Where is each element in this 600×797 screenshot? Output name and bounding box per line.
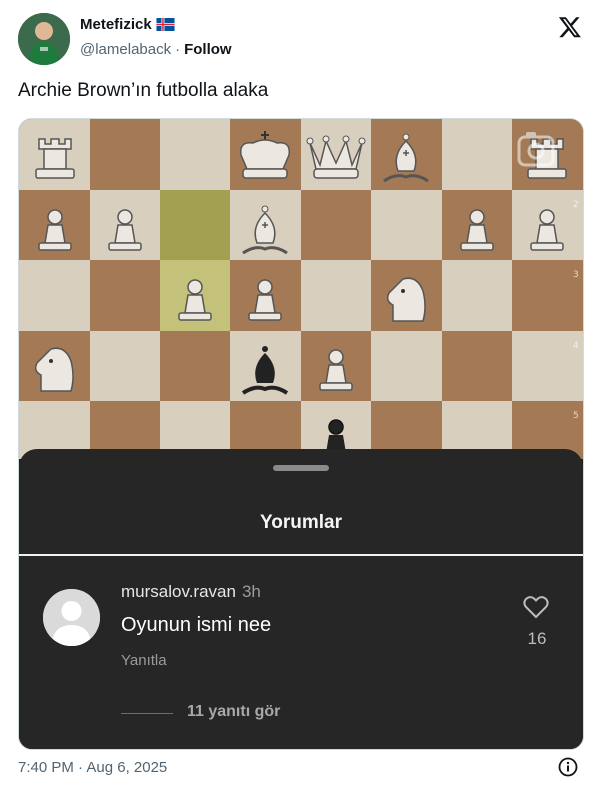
commenter-avatar[interactable] (43, 589, 100, 646)
comment-username[interactable]: mursalov.ravan (121, 582, 236, 601)
like-count: 16 (527, 629, 547, 648)
tweet-text: Archie Brown’ın futbolla alaka (18, 80, 269, 101)
iceland-flag-icon (156, 18, 175, 31)
sheet-drag-handle[interactable] (273, 465, 329, 471)
author-handle[interactable]: @lamelaback (80, 41, 171, 58)
board-squares (19, 119, 583, 459)
sheet-divider (19, 554, 583, 556)
comments-sheet: Yorumlar mursalov.ravan 3h Oyunun ismi ne… (19, 449, 583, 749)
rank-number: 4 (573, 341, 579, 351)
info-icon[interactable] (558, 757, 578, 777)
comments-title: Yorumlar (259, 512, 342, 533)
separator-dot: · (175, 41, 181, 58)
rank-number: 5 (573, 411, 579, 421)
heart-icon[interactable] (523, 595, 549, 619)
x-logo-icon[interactable] (558, 15, 582, 39)
replies-divider-line (121, 713, 173, 714)
tweet-media[interactable]: 2 3 4 5 Yorumlar mursalov.ravan 3h Oyunu… (18, 118, 584, 750)
comment-time: 3h (241, 582, 261, 601)
rank-number: 2 (573, 200, 579, 210)
author-avatar[interactable] (18, 13, 70, 65)
comment-header: mursalov.ravan 3h (121, 582, 261, 602)
follow-button[interactable]: Follow (184, 41, 232, 58)
author-name-row: Metefizick (80, 16, 175, 33)
comment-text: Oyunun ismi nee (121, 614, 272, 636)
reply-button[interactable]: Yanıtla (121, 652, 167, 669)
author-display-name[interactable]: Metefizick (80, 16, 152, 33)
view-replies-button[interactable]: 11 yanıtı gör (187, 703, 280, 721)
author-handle-row: @lamelaback · Follow (80, 41, 232, 58)
chess-board-image: 2 3 4 5 (19, 119, 583, 459)
tweet-timestamp[interactable]: 7:40 PM · Aug 6, 2025 (18, 759, 167, 776)
rank-number: 3 (573, 270, 579, 280)
